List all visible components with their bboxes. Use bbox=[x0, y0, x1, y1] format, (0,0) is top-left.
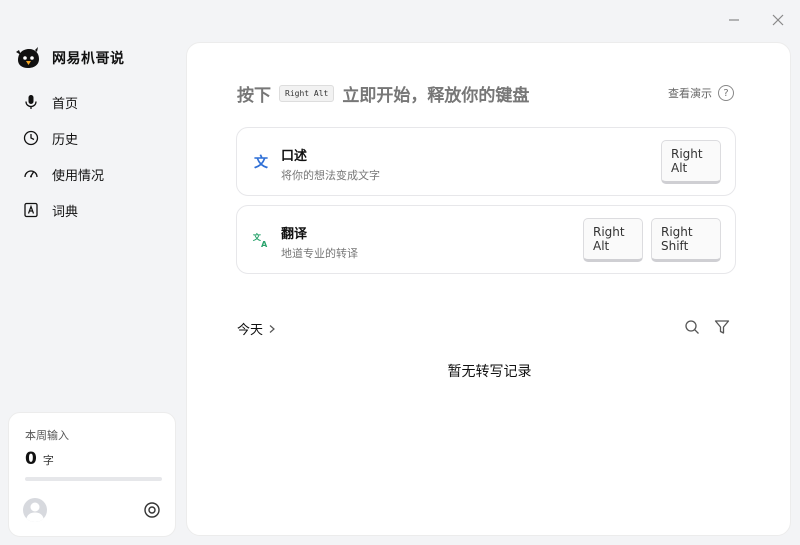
brand: 网易朳哥说 bbox=[14, 46, 125, 70]
mode-title: 翻译 bbox=[281, 227, 308, 242]
sidebar-item-label: 使用情况 bbox=[52, 168, 105, 184]
sidebar: 网易朳哥说 首页 历史 使用情况 词典 本周输入 0 字 bbox=[0, 0, 185, 545]
translate-icon: 文 A bbox=[251, 230, 271, 250]
stats-row: 0 字 bbox=[25, 449, 159, 469]
keycap-right-shift[interactable]: Right Shift bbox=[651, 218, 721, 262]
history-empty-state: 暂无转写记录 bbox=[447, 364, 532, 380]
dictation-mode-card[interactable]: 文 口述 将你的想法变成文字 Right Alt bbox=[236, 127, 736, 196]
search-icon bbox=[685, 320, 699, 334]
gauge-icon bbox=[22, 165, 40, 183]
stats-footer bbox=[23, 498, 161, 522]
close-button[interactable] bbox=[768, 8, 788, 32]
clock-icon bbox=[22, 129, 40, 147]
history-date-header[interactable]: 今天 bbox=[237, 319, 277, 338]
stats-value: 0 bbox=[25, 449, 37, 469]
sidebar-item-history[interactable]: 历史 bbox=[12, 120, 177, 156]
dictionary-icon bbox=[22, 201, 40, 219]
shortcut-keys: Right Alt Right Shift bbox=[583, 218, 721, 262]
chevron-right-icon bbox=[269, 324, 275, 333]
avatar[interactable] bbox=[23, 498, 47, 522]
sidebar-item-label: 历史 bbox=[52, 132, 79, 148]
sidebar-item-label: 词典 bbox=[52, 204, 79, 220]
hero-suffix: 立即开始，释放你的键盘 bbox=[342, 86, 530, 106]
hero-prefix: 按下 bbox=[237, 86, 271, 106]
mode-description: 地道专业的转译 bbox=[281, 247, 358, 260]
shortcut-keys: Right Alt bbox=[661, 140, 721, 184]
close-icon bbox=[772, 14, 784, 26]
hero-instruction: 按下 Right Alt 立即开始，释放你的键盘 bbox=[237, 81, 529, 106]
search-button[interactable] bbox=[684, 319, 700, 335]
window-controls bbox=[724, 8, 788, 32]
sidebar-item-dictionary[interactable]: 词典 bbox=[12, 192, 177, 228]
text-icon: 文 bbox=[254, 155, 268, 171]
minimize-button[interactable] bbox=[724, 8, 744, 32]
app-window: 网易朳哥说 首页 历史 使用情况 词典 本周输入 0 字 按下 Right Al… bbox=[0, 0, 800, 545]
weekly-stats-card: 本周输入 0 字 bbox=[8, 412, 176, 537]
main-panel: 按下 Right Alt 立即开始，释放你的键盘 查看演示 ? 文 口述 将你的… bbox=[186, 42, 791, 536]
filter-button[interactable] bbox=[714, 319, 730, 335]
translate-mode-card[interactable]: 文 A 翻译 地道专业的转译 Right Alt Right Shift bbox=[236, 205, 736, 274]
user-icon bbox=[26, 502, 44, 522]
keycap-right-alt[interactable]: Right Alt bbox=[583, 218, 643, 262]
view-demo-link[interactable]: 查看演示 ? bbox=[668, 85, 734, 101]
help-icon: ? bbox=[718, 85, 734, 101]
hero-key-badge: Right Alt bbox=[279, 85, 335, 102]
demo-label: 查看演示 bbox=[668, 87, 712, 100]
sidebar-item-usage[interactable]: 使用情况 bbox=[12, 156, 177, 192]
history-title: 今天 bbox=[237, 323, 264, 338]
stats-progress-bar bbox=[25, 477, 162, 481]
mode-title: 口述 bbox=[281, 149, 308, 164]
minimize-icon bbox=[729, 19, 739, 21]
stats-unit: 字 bbox=[42, 454, 54, 467]
sidebar-item-home[interactable]: 首页 bbox=[12, 84, 177, 120]
filter-icon bbox=[714, 320, 730, 334]
keycap-right-alt[interactable]: Right Alt bbox=[661, 140, 721, 184]
brand-name: 网易朳哥说 bbox=[52, 51, 125, 67]
mode-description: 将你的想法变成文字 bbox=[281, 169, 380, 182]
gear-icon bbox=[144, 502, 160, 518]
settings-button[interactable] bbox=[143, 501, 161, 519]
sidebar-nav: 首页 历史 使用情况 词典 bbox=[12, 84, 177, 228]
svg-text:A: A bbox=[261, 239, 268, 249]
bird-logo-icon bbox=[16, 47, 39, 68]
microphone-icon bbox=[22, 93, 40, 111]
stats-title: 本周输入 bbox=[25, 429, 69, 442]
sidebar-item-label: 首页 bbox=[52, 96, 79, 112]
